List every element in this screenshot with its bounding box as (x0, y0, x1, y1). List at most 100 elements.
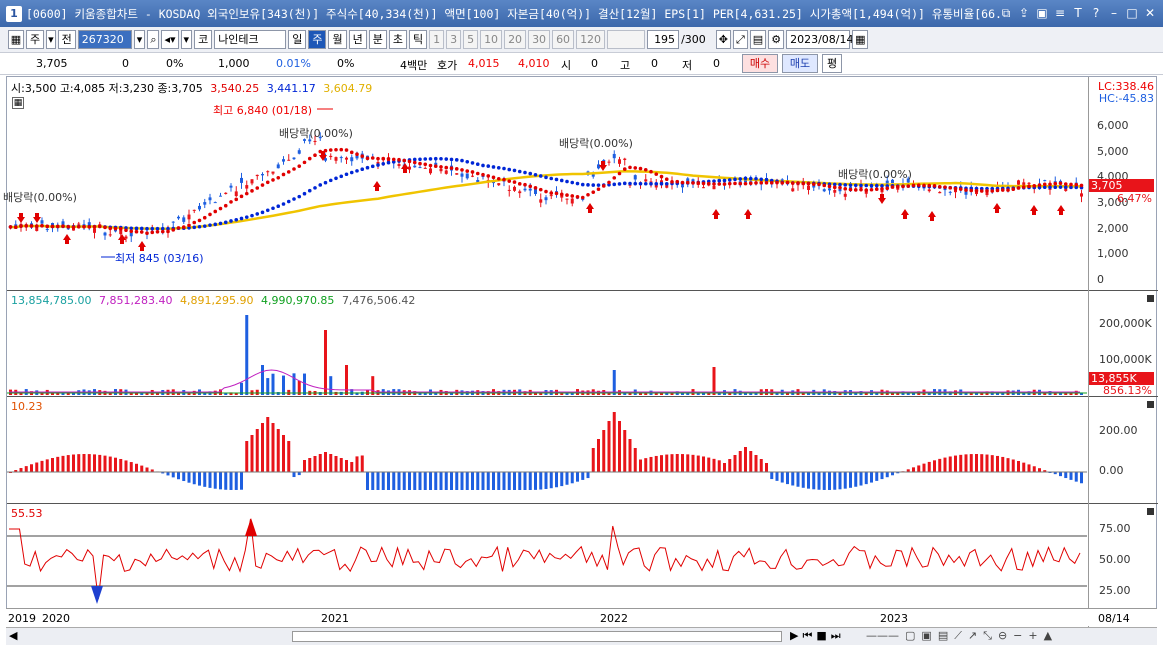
dropdown-arrow-icon[interactable]: ▾ (46, 30, 56, 49)
rewind-icon[interactable]: ⏮ (802, 629, 812, 643)
unit-label: 4백만 (400, 59, 428, 72)
save-icon[interactable]: ▤ (749, 30, 767, 49)
ma-red-dot (743, 181, 748, 186)
layout2-icon[interactable]: ▣ (921, 629, 931, 643)
tools-icon[interactable]: ✥ (715, 30, 731, 49)
restore-icon[interactable]: ⧉ (999, 5, 1013, 21)
arrow-icon[interactable]: ▾ (180, 30, 193, 49)
interval-120[interactable]: 120 (576, 30, 606, 49)
ma-blue-dot (423, 157, 428, 161)
scroll-thumb[interactable] (292, 631, 782, 642)
price-pane[interactable]: 시:3,500 고:4,085 저:3,230 종:3,705 3,540.25… (3, 77, 1158, 291)
macd-bar (72, 454, 75, 472)
candle-body (219, 195, 222, 197)
macd-chart (7, 412, 1087, 490)
interval-10[interactable]: 10 (480, 30, 503, 49)
tab-minute[interactable]: 분 (368, 30, 387, 49)
ma-red-dot (727, 181, 732, 186)
scroll-end-icon[interactable]: ▲ (1044, 629, 1052, 643)
ma-red-dot (916, 183, 921, 187)
maximize-icon[interactable]: □ (1125, 5, 1139, 21)
period-toggle[interactable]: 주 (26, 30, 45, 49)
interval-20[interactable]: 20 (504, 30, 527, 49)
macd-bar (618, 421, 621, 472)
volume-bar (712, 367, 716, 395)
tab-day[interactable]: 일 (288, 30, 307, 49)
draw-tool-icon[interactable]: ⤡ (983, 629, 992, 643)
chart-area[interactable]: 시:3,500 고:4,085 저:3,230 종:3,705 3,540.25… (3, 76, 1158, 627)
count-input[interactable]: 195 (647, 30, 680, 49)
pane-close-icon[interactable] (1147, 508, 1154, 515)
macd-bar (455, 472, 459, 490)
macd-bar (108, 456, 112, 472)
tab-tick[interactable]: 틱 (408, 30, 428, 49)
sound-icon[interactable]: ◂▾ (161, 30, 179, 49)
pane-close-icon[interactable] (1147, 295, 1154, 302)
minimize-icon[interactable]: – (1107, 5, 1121, 21)
sell-button[interactable]: 매도 (782, 54, 818, 73)
help-icon[interactable]: ? (1089, 5, 1103, 21)
buy-button[interactable]: 매수 (742, 54, 778, 73)
tab-week[interactable]: 주 (308, 30, 327, 49)
macd-bar (392, 472, 396, 490)
stock-code-input[interactable]: 267320 (77, 30, 132, 49)
rsi-pane[interactable]: 55.53 75.00 50.00 25.00 (7, 504, 1158, 610)
tile-icon[interactable]: ▣ (1035, 5, 1049, 21)
zoom-out-search-icon[interactable]: ⊖ (998, 629, 1007, 643)
draw-trend-icon[interactable]: ↗ (968, 629, 977, 643)
prev-button[interactable]: 전 (57, 30, 76, 49)
tab-month[interactable]: 월 (328, 30, 347, 49)
stop-icon[interactable]: ■ (816, 629, 826, 643)
search-icon[interactable]: ⌕ (147, 30, 160, 49)
ma-red-dot (974, 188, 979, 193)
date-input[interactable]: 2023/08/14 (786, 30, 853, 49)
draw-icon[interactable]: ⤢ (732, 30, 748, 49)
code-dropdown-icon[interactable]: ▾ (133, 30, 146, 49)
avg-button[interactable]: 평 (822, 54, 842, 73)
interval-3[interactable]: 3 (446, 30, 462, 49)
macd-pane[interactable]: 10.23 200.00 0.00 (7, 397, 1158, 504)
pin-icon[interactable]: ⇪ (1017, 5, 1031, 21)
draw-line-icon[interactable]: ⟋ (954, 629, 962, 643)
interval-30[interactable]: 30 (528, 30, 551, 49)
ma-blue-dot (244, 215, 249, 219)
font-icon[interactable]: T (1071, 5, 1085, 21)
macd-bar (717, 460, 721, 472)
zoom-out-icon[interactable]: − (1013, 629, 1022, 643)
forward-icon[interactable]: ⏭ (831, 629, 841, 643)
zoom-in-icon[interactable]: + (1028, 629, 1037, 643)
ma-blue-dot (281, 202, 286, 206)
interval-60[interactable]: 60 (552, 30, 575, 49)
interval-5[interactable]: 5 (463, 30, 479, 49)
tab-year[interactable]: 년 (348, 30, 367, 49)
macd-bar (444, 472, 448, 490)
chart-scrollbar[interactable]: ◀ ▶ ⏮ ■ ⏭ ——— ▢ ▣ ▤ ⟋ ↗ ⤡ ⊖ − + ▲ (6, 627, 1157, 645)
layout-icon[interactable]: ▢ (905, 629, 915, 643)
gear-icon[interactable]: ⚙ (768, 30, 785, 49)
candle-body (124, 236, 128, 239)
pane-close-icon[interactable] (1147, 401, 1154, 408)
ma-blue-dot (565, 179, 569, 184)
interval-custom-input[interactable] (607, 30, 646, 49)
zoom-slider-icon[interactable]: ——— (866, 629, 899, 643)
ma-red-dot (691, 181, 695, 185)
candle-body (423, 167, 427, 169)
candle-body (282, 159, 285, 162)
menu-icon[interactable]: ≡ (1053, 5, 1067, 21)
close-icon[interactable]: ✕ (1143, 5, 1157, 21)
ma-red-dot (71, 225, 76, 229)
layout3-icon[interactable]: ▤ (938, 629, 948, 643)
ma-red-dot (465, 169, 470, 173)
tab-second[interactable]: 초 (388, 30, 407, 49)
ma-red-dot (890, 185, 895, 189)
volume-pane[interactable]: 13,854,785.00 7,851,283.40 4,891,295.90 … (7, 291, 1158, 397)
interval-1[interactable]: 1 (429, 30, 445, 49)
play-icon[interactable]: ▶ (790, 629, 798, 643)
candle-body (198, 205, 201, 210)
macd-bar (938, 458, 942, 472)
scroll-left-icon[interactable]: ◀ (9, 629, 17, 642)
macd-bar (628, 439, 632, 472)
ma-blue-dot (234, 217, 239, 222)
calendar-icon[interactable]: ▦ (852, 30, 869, 49)
chart-settings-icon[interactable]: ▦ (8, 30, 24, 49)
